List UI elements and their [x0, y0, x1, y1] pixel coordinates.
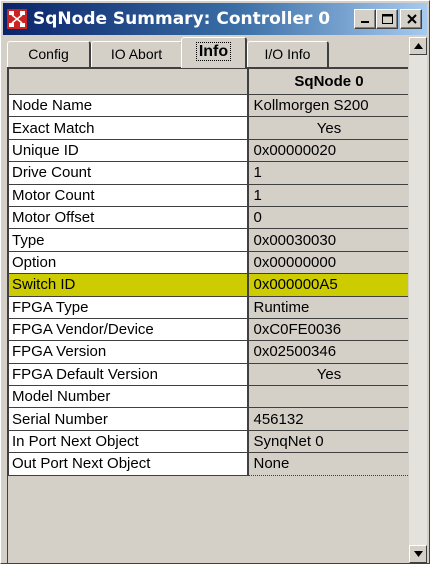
row-label: FPGA Default Version — [8, 362, 249, 387]
tab-label: I/O Info — [264, 46, 311, 62]
scroll-up-button[interactable] — [409, 37, 427, 55]
row-value[interactable]: 0x000000A5 — [247, 273, 408, 297]
corner-header-cell — [8, 68, 249, 95]
row-value[interactable]: None — [247, 452, 408, 476]
row-label: Option — [8, 250, 249, 275]
row-value[interactable]: 1 — [247, 161, 408, 185]
table-row[interactable]: Drive Count 1 — [8, 161, 408, 185]
close-button[interactable] — [400, 9, 422, 29]
row-label: FPGA Version — [8, 340, 249, 364]
row-value[interactable]: SynqNet 0 — [247, 429, 408, 454]
table-row[interactable]: Model Number — [8, 385, 408, 409]
table-row[interactable]: Exact Match Yes — [8, 116, 408, 140]
row-label: Exact Match — [8, 116, 249, 140]
row-label: Node Name — [8, 93, 249, 118]
table-row[interactable]: Option 0x00000000 — [8, 250, 408, 275]
table-row[interactable]: Unique ID 0x00000020 — [8, 138, 408, 163]
vertical-scrollbar[interactable] — [409, 37, 427, 563]
row-value[interactable]: 0x02500346 — [247, 340, 408, 364]
column-header[interactable]: SqNode 0 — [247, 68, 408, 95]
properties-table: SqNode 0 Node Name Kollmorgen S200 Exact … — [8, 68, 408, 476]
row-value[interactable]: 1 — [247, 183, 408, 207]
close-icon — [407, 14, 417, 24]
row-value[interactable]: Runtime — [247, 295, 408, 319]
tab-label: Info — [195, 42, 232, 61]
row-label: FPGA Type — [8, 295, 249, 319]
table-row[interactable]: Motor Count 1 — [8, 183, 408, 207]
row-value[interactable]: 0x00000000 — [247, 250, 408, 275]
minimize-icon — [361, 21, 369, 23]
row-value[interactable]: 0x00030030 — [247, 228, 408, 252]
title-bar[interactable]: SqNode Summary: Controller 0 — [3, 3, 427, 35]
table-row[interactable]: FPGA Type Runtime — [8, 295, 408, 319]
tab-label: Config — [28, 46, 69, 62]
table-row[interactable]: Type 0x00030030 — [8, 228, 408, 252]
table-row[interactable]: Motor Offset 0 — [8, 205, 408, 230]
network-nodes-icon[interactable] — [7, 9, 27, 29]
row-value[interactable]: Yes — [247, 116, 408, 140]
row-value[interactable] — [247, 385, 408, 409]
sqnode-summary-window: SqNode Summary: Controller 0 Config IO A… — [0, 0, 430, 564]
arrow-down-icon — [414, 551, 423, 557]
row-value[interactable]: Kollmorgen S200 — [247, 93, 408, 118]
tab-strip: Config IO Abort Info I/O Info — [5, 35, 405, 68]
scroll-down-button[interactable] — [409, 545, 427, 563]
arrow-up-icon — [414, 43, 423, 49]
row-label: Serial Number — [8, 407, 249, 431]
tab-config[interactable]: Config — [7, 41, 91, 67]
tab-io-abort[interactable]: IO Abort — [91, 41, 183, 67]
tab-info[interactable]: Info — [181, 37, 247, 68]
table-row[interactable]: Serial Number 456132 — [8, 407, 408, 431]
header-row: SqNode 0 — [8, 68, 408, 95]
row-label: In Port Next Object — [8, 429, 249, 454]
row-label: Type — [8, 228, 249, 252]
row-label: Drive Count — [8, 161, 249, 185]
maximize-button[interactable] — [376, 9, 398, 29]
maximize-icon — [382, 14, 393, 24]
row-value[interactable]: Yes — [247, 362, 408, 387]
row-value[interactable]: 0x00000020 — [247, 138, 408, 163]
table-row[interactable]: FPGA Vendor/Device 0xC0FE0036 — [8, 317, 408, 342]
row-label: Model Number — [8, 385, 249, 409]
row-label: Switch ID — [8, 273, 249, 297]
row-label: Motor Offset — [8, 205, 249, 230]
table-row[interactable]: Out Port Next Object None — [8, 452, 408, 476]
row-value[interactable]: 456132 — [247, 407, 408, 431]
table-row[interactable]: FPGA Default Version Yes — [8, 362, 408, 387]
properties-grid[interactable]: SqNode 0 Node Name Kollmorgen S200 Exact … — [7, 67, 408, 563]
row-value[interactable]: 0xC0FE0036 — [247, 317, 408, 342]
row-label: Motor Count — [8, 183, 249, 207]
minimize-button[interactable] — [354, 9, 376, 29]
tab-label: IO Abort — [110, 46, 163, 62]
table-row-selected[interactable]: Switch ID 0x000000A5 — [8, 273, 408, 297]
row-label: FPGA Vendor/Device — [8, 317, 249, 342]
row-label: Out Port Next Object — [8, 452, 249, 476]
window-title: SqNode Summary: Controller 0 — [33, 9, 331, 29]
row-value[interactable]: 0 — [247, 205, 408, 230]
table-row[interactable]: In Port Next Object SynqNet 0 — [8, 429, 408, 454]
table-row[interactable]: FPGA Version 0x02500346 — [8, 340, 408, 364]
tab-io-info[interactable]: I/O Info — [247, 41, 329, 67]
row-label: Unique ID — [8, 138, 249, 163]
table-row[interactable]: Node Name Kollmorgen S200 — [8, 93, 408, 118]
